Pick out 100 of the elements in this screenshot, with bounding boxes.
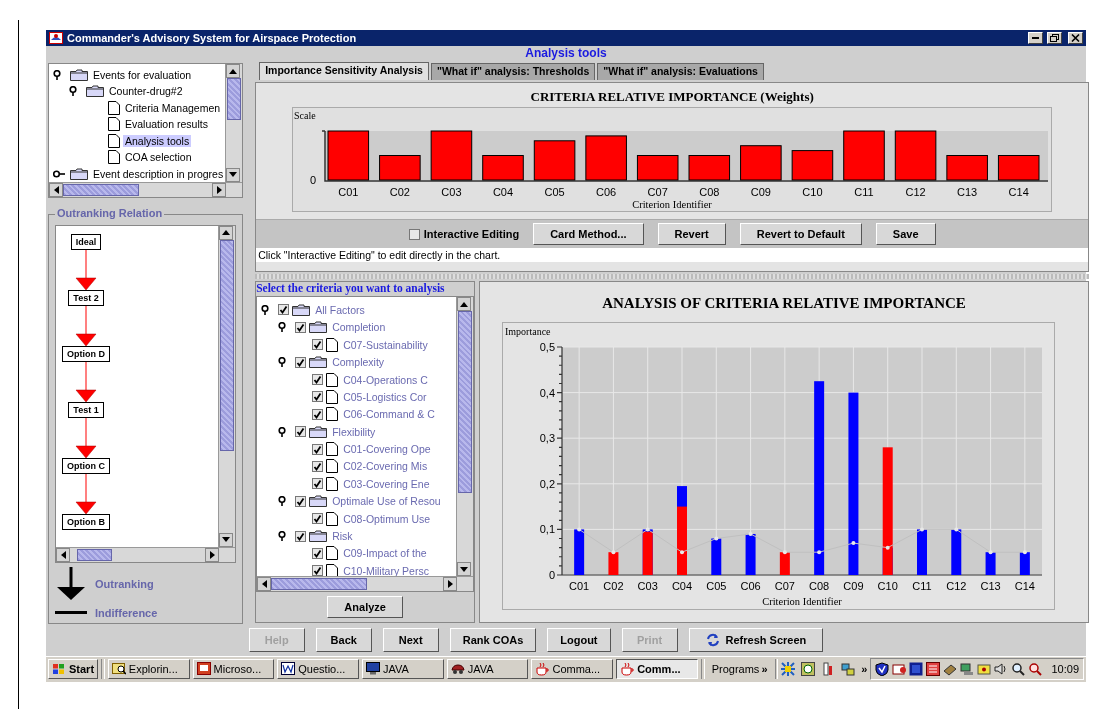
graph-node[interactable]: Test 1 xyxy=(68,401,104,418)
tree-item[interactable]: Events for evaluation xyxy=(91,68,194,81)
tree-item[interactable]: Flexibility xyxy=(330,425,378,438)
vertical-scrollbar[interactable] xyxy=(225,64,243,182)
nav-button[interactable]: Next xyxy=(382,628,439,653)
checkbox[interactable] xyxy=(312,461,324,472)
eraser-icon[interactable] xyxy=(943,662,958,677)
graph-node[interactable]: Test 2 xyxy=(68,289,104,306)
tree-item[interactable]: Analysis tools xyxy=(123,134,192,147)
checkbox[interactable] xyxy=(295,321,307,333)
analyze-button[interactable]: Analyze xyxy=(327,596,403,619)
checkbox[interactable] xyxy=(312,443,324,455)
checkbox[interactable] xyxy=(295,356,307,368)
tree-item[interactable]: All Factors xyxy=(313,303,367,316)
tree-item[interactable]: C03-Covering Ene xyxy=(341,477,432,490)
maximize-button[interactable] xyxy=(1047,31,1062,44)
tab[interactable]: Importance Sensitivity Analysis xyxy=(259,62,429,81)
zoom-icon[interactable] xyxy=(1028,662,1043,677)
graph-node[interactable]: Ideal xyxy=(70,233,102,250)
checkbox[interactable] xyxy=(278,304,290,316)
checkbox[interactable] xyxy=(408,228,420,240)
tree-item[interactable]: C01-Covering Ope xyxy=(341,443,433,456)
checkbox[interactable] xyxy=(312,408,324,420)
collapsed-node-icon[interactable] xyxy=(53,168,67,179)
computer-icon[interactable] xyxy=(960,662,975,677)
checkbox[interactable] xyxy=(312,391,324,403)
scroll-thumb[interactable] xyxy=(271,578,367,591)
checkbox[interactable] xyxy=(312,374,324,386)
note-icon[interactable] xyxy=(977,662,992,677)
horizontal-scrollbar[interactable] xyxy=(49,181,243,197)
tab[interactable]: "What if" analysis: Thresholds xyxy=(430,63,596,81)
taskbar-button[interactable]: JAVA xyxy=(446,659,529,680)
checkbox[interactable] xyxy=(295,530,307,542)
close-button[interactable] xyxy=(1068,31,1083,44)
checkbox[interactable] xyxy=(295,426,307,438)
tree-item[interactable]: Counter-drug#2 xyxy=(107,85,185,98)
flag-icon[interactable] xyxy=(926,662,941,677)
toolbar-button[interactable]: Revert to Default xyxy=(739,223,862,246)
toolbar-button[interactable]: Save xyxy=(875,223,936,246)
tree-item[interactable]: C05-Logistics Cor xyxy=(341,390,429,403)
chevron-button[interactable]: » xyxy=(861,663,868,676)
scroll-thumb[interactable] xyxy=(220,239,235,452)
network-icon[interactable] xyxy=(841,662,856,677)
tree-item[interactable]: C04-Operations C xyxy=(341,373,430,386)
tab[interactable]: "What if" analysis: Evaluations xyxy=(597,63,764,81)
square-icon[interactable] xyxy=(909,662,924,677)
start-button[interactable]: Start xyxy=(48,659,99,680)
checkbox-label[interactable]: Interactive Editing xyxy=(423,228,520,241)
search-icon[interactable] xyxy=(1011,662,1026,677)
checkbox[interactable] xyxy=(312,478,324,490)
tree-item[interactable]: Evaluation results xyxy=(123,118,210,131)
checkbox[interactable] xyxy=(312,339,324,351)
toolbar-label[interactable]: Programs xyxy=(711,663,760,676)
vertical-scrollbar[interactable] xyxy=(456,297,474,577)
graph-node[interactable]: Option B xyxy=(62,513,110,530)
nav-button[interactable]: Rank COAs xyxy=(449,628,537,653)
tree-item[interactable]: C09-Impact of the xyxy=(341,547,429,560)
vertical-scrollbar[interactable] xyxy=(218,225,236,547)
toolbar-button[interactable]: Card Method... xyxy=(533,223,644,246)
taskbar-button[interactable]: Comm... xyxy=(616,659,698,680)
horizontal-scrollbar[interactable] xyxy=(56,546,236,562)
taskbar-button[interactable]: JAVA xyxy=(362,659,444,680)
tree-item[interactable]: C07-Sustainability xyxy=(341,338,430,351)
checkbox[interactable] xyxy=(312,547,324,559)
taskbar-button[interactable]: Explorin... xyxy=(107,659,190,680)
scroll-thumb[interactable] xyxy=(63,183,139,196)
minimize-button[interactable] xyxy=(1028,31,1043,44)
horizontal-scrollbar[interactable] xyxy=(257,576,474,592)
nav-button[interactable]: Back xyxy=(315,628,372,653)
toolbar-button[interactable]: Revert xyxy=(657,223,726,246)
tree-item[interactable]: C06-Command & C xyxy=(341,408,437,421)
graph-node[interactable]: Option C xyxy=(62,457,110,474)
clock-icon[interactable] xyxy=(801,662,816,677)
calendar-icon[interactable] xyxy=(892,662,907,677)
tree-item[interactable]: Optimale Use of Resou xyxy=(330,495,443,508)
chevron-button[interactable]: » xyxy=(761,663,768,676)
taskbar-button[interactable]: Questio... xyxy=(277,659,359,680)
shield-icon[interactable] xyxy=(875,662,890,677)
graph-node[interactable]: Option D xyxy=(62,345,110,362)
tree-item[interactable]: C02-Covering Mis xyxy=(341,460,430,473)
taskbar-button[interactable]: Microso... xyxy=(192,659,275,680)
tree-item[interactable]: Event description in progres xyxy=(91,167,226,180)
scroll-thumb[interactable] xyxy=(76,548,112,561)
speaker-icon[interactable] xyxy=(994,662,1009,677)
nav-button[interactable]: Refresh Screen xyxy=(688,628,824,653)
tree-item[interactable]: Criteria Managemen xyxy=(123,101,223,114)
tree-item[interactable]: Complexity xyxy=(330,356,387,369)
nav-button[interactable]: Logout xyxy=(547,628,611,653)
tree-item[interactable]: Completion xyxy=(330,321,388,334)
taskbar-button[interactable]: Comma... xyxy=(531,659,614,680)
grid-icon[interactable] xyxy=(781,662,796,677)
checkbox[interactable] xyxy=(312,565,324,577)
tree-item[interactable]: COA selection xyxy=(123,151,194,164)
tree-item[interactable]: C10-Military Persc xyxy=(341,564,431,577)
tree-item[interactable]: C08-Optimum Use xyxy=(341,512,433,525)
scroll-thumb[interactable] xyxy=(227,78,242,120)
splitter-handle[interactable] xyxy=(255,274,1090,280)
tree-item[interactable]: Risk xyxy=(330,530,355,543)
checkbox[interactable] xyxy=(312,513,324,525)
checkbox[interactable] xyxy=(295,495,307,507)
